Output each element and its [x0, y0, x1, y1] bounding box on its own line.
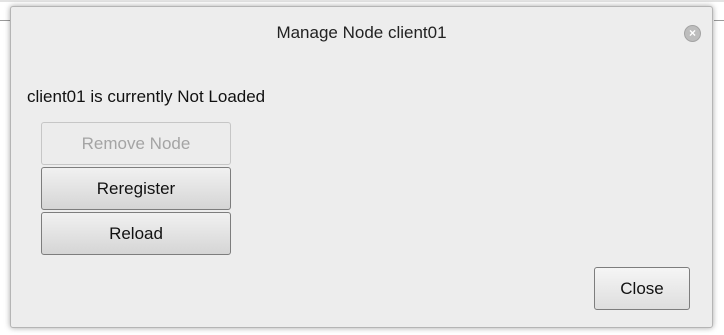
- manage-node-dialog: Manage Node client01 × client01 is curre…: [10, 6, 713, 328]
- backdrop-top-border: [0, 0, 724, 2]
- node-status-text: client01 is currently Not Loaded: [27, 87, 266, 106]
- close-button[interactable]: Close: [594, 267, 690, 310]
- backdrop-left-rule: [0, 20, 10, 21]
- reload-button[interactable]: Reload: [41, 212, 231, 255]
- backdrop-right-rule: [714, 20, 724, 21]
- dialog-title: Manage Node client01: [11, 7, 712, 63]
- dialog-title-text: Manage Node client01: [276, 23, 447, 42]
- close-icon[interactable]: ×: [684, 25, 701, 42]
- reregister-button[interactable]: Reregister: [41, 167, 231, 210]
- remove-node-button[interactable]: Remove Node: [41, 122, 231, 165]
